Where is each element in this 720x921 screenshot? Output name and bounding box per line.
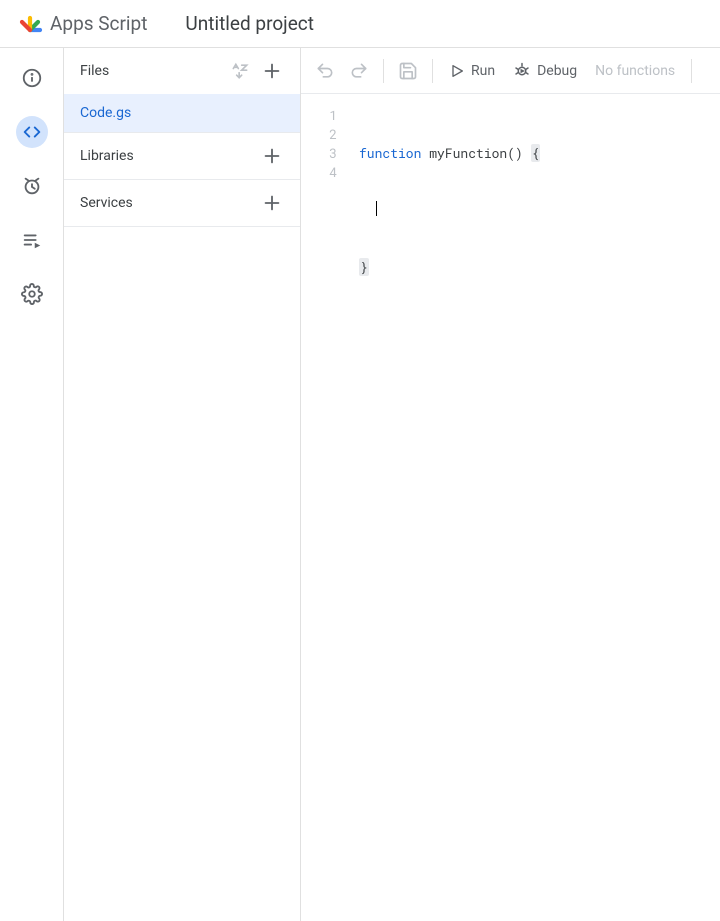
nav-overview[interactable]	[16, 62, 48, 94]
add-file-button[interactable]	[256, 55, 288, 87]
info-icon	[21, 67, 43, 89]
libraries-label: Libraries	[80, 148, 134, 164]
redo-icon	[349, 61, 369, 81]
redo-button[interactable]	[343, 55, 375, 87]
function-select[interactable]: No functions	[587, 55, 683, 87]
token-brace-close: }	[359, 258, 369, 276]
undo-button[interactable]	[309, 55, 341, 87]
add-library-button[interactable]	[256, 140, 288, 172]
plus-icon	[261, 192, 283, 214]
add-service-button[interactable]	[256, 187, 288, 219]
libraries-header: Libraries	[64, 133, 300, 179]
header: Apps Script Untitled project	[0, 0, 720, 48]
logo-area[interactable]: Apps Script	[16, 10, 147, 38]
playlist-play-icon	[21, 229, 43, 251]
code-line	[359, 201, 720, 220]
apps-script-logo-icon	[16, 10, 44, 38]
project-title[interactable]: Untitled project	[185, 12, 314, 35]
toolbar-separator	[383, 59, 384, 83]
save-icon	[398, 61, 418, 81]
main-area: Files Code.gs Libraries	[0, 48, 720, 921]
services-section: Services	[64, 180, 300, 227]
gear-icon	[21, 283, 43, 305]
plus-icon	[261, 145, 283, 167]
files-label: Files	[80, 63, 109, 79]
sort-az-icon	[230, 61, 250, 81]
line-gutter: 1 2 3 4	[301, 94, 345, 921]
save-button[interactable]	[392, 55, 424, 87]
token-punct: ()	[507, 144, 523, 162]
plus-icon	[261, 60, 283, 82]
function-select-label: No functions	[595, 63, 675, 79]
text-cursor	[376, 201, 377, 216]
nav-rail	[0, 48, 64, 921]
toolbar-separator	[432, 59, 433, 83]
editor-toolbar: Run Debug No functions	[301, 48, 720, 94]
token-indent	[359, 201, 375, 219]
run-label: Run	[471, 63, 495, 79]
run-button[interactable]: Run	[441, 55, 503, 87]
nav-executions[interactable]	[16, 224, 48, 256]
services-header: Services	[64, 180, 300, 226]
files-section: Files Code.gs	[64, 48, 300, 133]
code-line	[359, 315, 720, 334]
services-label: Services	[80, 195, 133, 211]
line-number: 1	[301, 106, 337, 125]
undo-icon	[315, 61, 335, 81]
nav-settings[interactable]	[16, 278, 48, 310]
libraries-section: Libraries	[64, 133, 300, 180]
sort-files-button[interactable]	[224, 55, 256, 87]
toolbar-separator	[691, 59, 692, 83]
token-keyword: function	[359, 144, 421, 162]
token-brace-open: {	[531, 144, 541, 162]
debug-label: Debug	[537, 63, 577, 79]
file-name: Code.gs	[80, 105, 131, 121]
code-content[interactable]: function myFunction() { }	[345, 94, 720, 921]
file-item-code-gs[interactable]: Code.gs	[64, 94, 300, 132]
file-panel: Files Code.gs Libraries	[64, 48, 301, 921]
token-space	[523, 144, 531, 162]
nav-editor[interactable]	[16, 116, 48, 148]
nav-triggers[interactable]	[16, 170, 48, 202]
files-header: Files	[64, 48, 300, 94]
token-identifier: myFunction	[421, 144, 507, 162]
line-number: 3	[301, 144, 337, 163]
editor-area: Run Debug No functions 1 2 3 4 function …	[301, 48, 720, 921]
code-line: function myFunction() {	[359, 144, 720, 163]
code-icon	[21, 121, 43, 143]
code-editor[interactable]: 1 2 3 4 function myFunction() { }	[301, 94, 720, 921]
code-line: }	[359, 258, 720, 277]
debug-button[interactable]: Debug	[505, 55, 585, 87]
play-icon	[449, 63, 465, 79]
alarm-icon	[21, 175, 43, 197]
line-number: 4	[301, 163, 337, 182]
product-name: Apps Script	[50, 12, 147, 35]
debug-icon	[513, 62, 531, 80]
line-number: 2	[301, 125, 337, 144]
